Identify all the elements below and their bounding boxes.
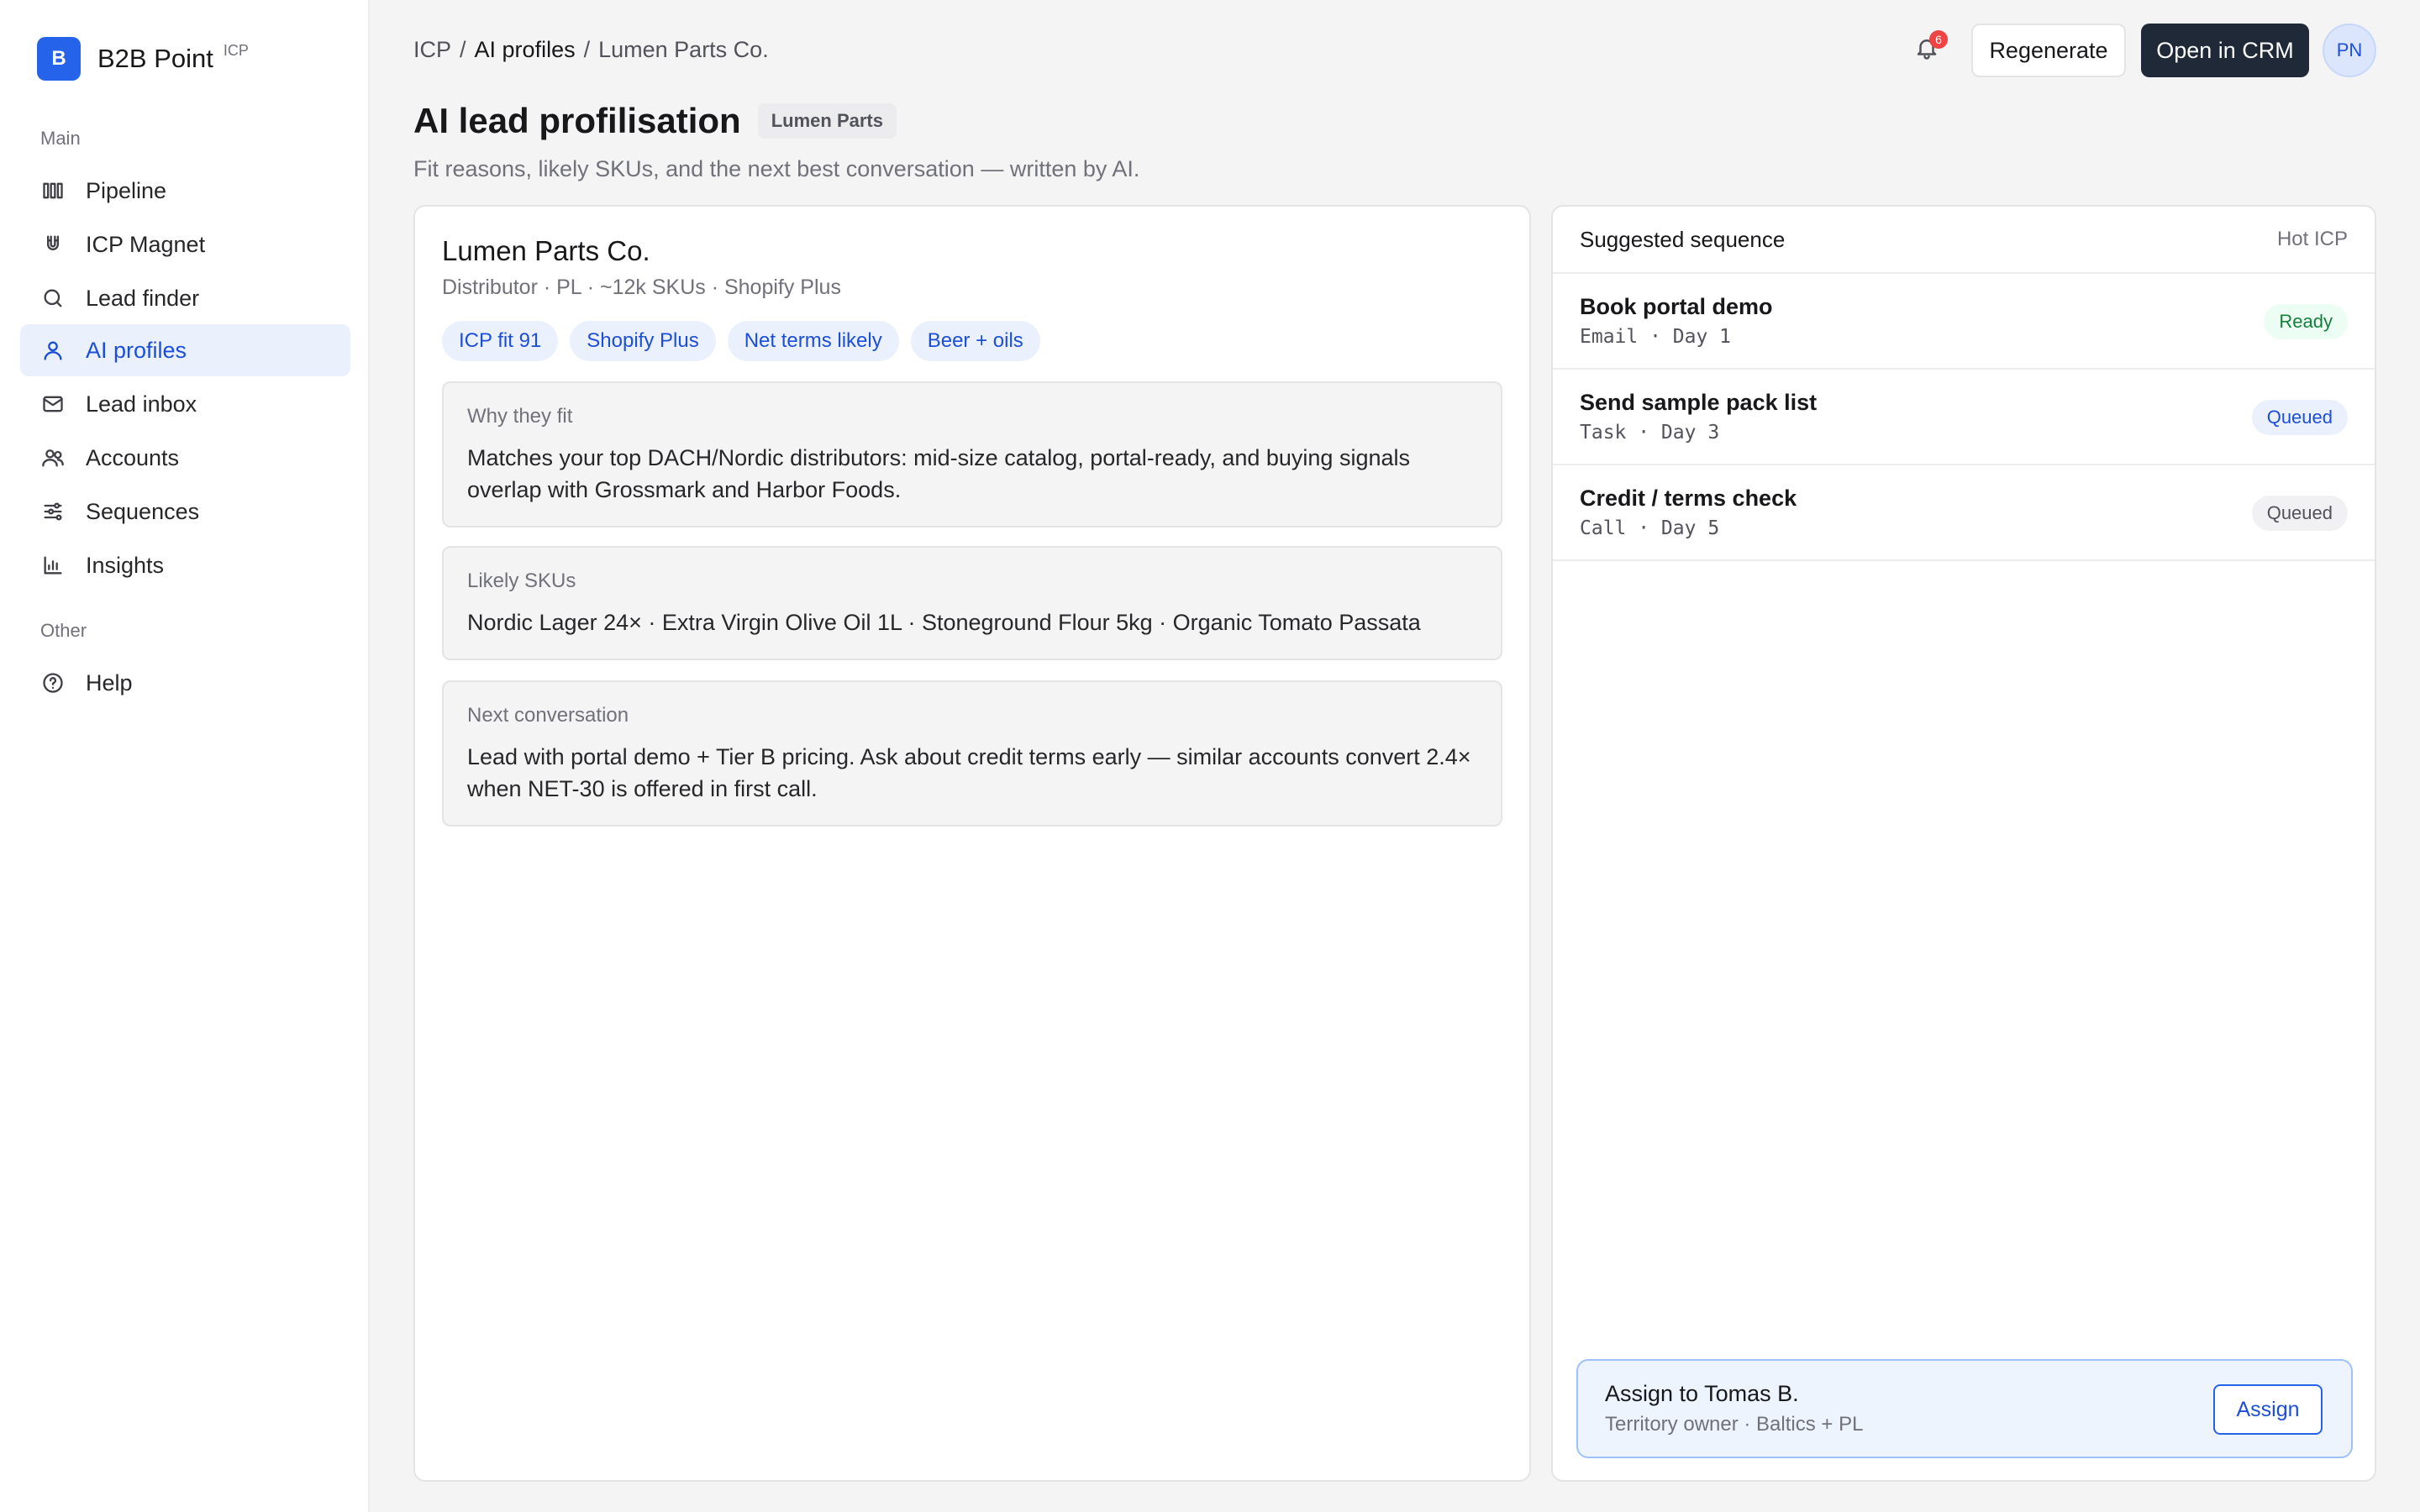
sequence-step[interactable]: Credit / terms check Call · Day 5 Queued <box>1553 465 2375 561</box>
sidebar-item-label: Sequences <box>86 498 200 524</box>
sidebar: B B2B Point ICP Main Pipeline ICP Magnet… <box>0 0 370 1512</box>
assign-button[interactable]: Assign <box>2213 1384 2323 1435</box>
sequence-title: Suggested sequence <box>1580 226 1786 252</box>
notification-count-badge: 6 <box>1929 30 1948 49</box>
why-fit-box: Why they fit Matches your top DACH/Nordi… <box>442 381 1502 528</box>
sliders-icon <box>40 499 66 524</box>
brand[interactable]: B B2B Point ICP <box>37 37 249 81</box>
sidebar-item-insights[interactable]: Insights <box>20 539 350 591</box>
sidebar-item-lead-inbox[interactable]: Lead inbox <box>20 378 350 430</box>
assign-subtitle: Territory owner · Baltics + PL <box>1605 1413 1864 1436</box>
step-name: Send sample pack list <box>1580 390 1818 415</box>
breadcrumb-separator: / <box>583 37 591 62</box>
page-subtitle: Fit reasons, likely SKUs, and the next b… <box>413 156 1140 181</box>
sidebar-item-label: Lead finder <box>86 285 200 311</box>
breadcrumb-current: Lumen Parts Co. <box>598 37 769 62</box>
sidebar-item-label: AI profiles <box>86 337 187 363</box>
avatar[interactable]: PN <box>2323 24 2376 77</box>
next-conversation-box: Next conversation Lead with portal demo … <box>442 680 1502 827</box>
sequence-step[interactable]: Book portal demo Email · Day 1 Ready <box>1553 274 2375 370</box>
page-title: AI lead profilisation <box>413 101 741 140</box>
section-label-other: Other <box>40 620 87 641</box>
sidebar-item-icp-magnet[interactable]: ICP Magnet <box>20 218 350 270</box>
bar-chart-icon <box>40 553 66 578</box>
status-badge: Ready <box>2264 304 2348 339</box>
status-badge: Queued <box>2251 496 2348 531</box>
likely-skus-label: Likely SKUs <box>467 570 576 592</box>
tag-beer-oils[interactable]: Beer + oils <box>910 321 1040 361</box>
breadcrumb-separator: / <box>460 37 466 62</box>
help-circle-icon <box>40 670 66 696</box>
step-detail: Email · Day 1 <box>1580 326 1732 348</box>
sidebar-item-label: Insights <box>86 552 165 578</box>
brand-tag: ICP <box>223 41 249 59</box>
open-in-crm-button[interactable]: Open in CRM <box>2141 24 2309 77</box>
tag-icp-fit[interactable]: ICP fit 91 <box>442 321 559 361</box>
breadcrumb-ai-profiles[interactable]: AI profiles <box>475 37 576 63</box>
sidebar-item-label: ICP Magnet <box>86 231 206 257</box>
sidebar-item-label: Pipeline <box>86 177 167 203</box>
magnet-icon <box>40 232 66 257</box>
sequence-header: Suggested sequence Hot ICP <box>1553 207 2375 274</box>
sidebar-item-accounts[interactable]: Accounts <box>20 432 350 484</box>
sidebar-item-label: Lead inbox <box>86 391 197 417</box>
sidebar-item-pipeline[interactable]: Pipeline <box>20 165 350 217</box>
step-detail: Task · Day 3 <box>1580 422 1720 444</box>
next-conversation-text: Lead with portal demo + Tier B pricing. … <box>467 744 1471 801</box>
next-conversation-label: Next conversation <box>467 704 629 727</box>
breadcrumb-icp[interactable]: ICP <box>413 37 451 63</box>
sequence-badge: Hot ICP <box>2276 228 2348 250</box>
why-fit-label: Why they fit <box>467 405 573 428</box>
tag-shopify-plus[interactable]: Shopify Plus <box>570 321 716 361</box>
regenerate-button[interactable]: Regenerate <box>1971 24 2126 77</box>
sequence-card: Suggested sequence Hot ICP Book portal d… <box>1551 205 2376 1482</box>
assign-panel: Assign to Tomas B. Territory owner · Bal… <box>1576 1359 2353 1458</box>
sidebar-item-label: Help <box>86 669 133 696</box>
assign-title: Assign to Tomas B. <box>1605 1381 1799 1406</box>
mail-icon <box>40 391 66 417</box>
pipeline-icon <box>40 178 66 203</box>
breadcrumb: ICP / AI profiles / Lumen Parts Co. <box>413 37 769 63</box>
likely-skus-box: Likely SKUs Nordic Lager 24× · Extra Vir… <box>442 546 1502 660</box>
search-icon <box>40 286 66 311</box>
bell-icon <box>1914 39 1939 64</box>
tag-list: ICP fit 91 Shopify Plus Net terms likely… <box>442 321 1040 361</box>
why-fit-text: Matches your top DACH/Nordic distributor… <box>467 445 1410 502</box>
step-detail: Call · Day 5 <box>1580 517 1720 539</box>
title-chip: Lumen Parts <box>757 103 897 139</box>
step-name: Credit / terms check <box>1580 486 1797 511</box>
notifications-button[interactable]: 6 <box>1914 30 1948 69</box>
page-title-row: AI lead profilisation Lumen Parts <box>413 101 897 141</box>
section-label-main: Main <box>40 128 81 149</box>
sequence-step[interactable]: Send sample pack list Task · Day 3 Queue… <box>1553 370 2375 465</box>
brand-name: B2B Point <box>97 44 213 73</box>
sidebar-item-label: Accounts <box>86 444 180 470</box>
user-icon <box>40 338 66 363</box>
sidebar-item-sequences[interactable]: Sequences <box>20 486 350 538</box>
sidebar-item-lead-finder[interactable]: Lead finder <box>20 272 350 324</box>
brand-logo: B <box>37 37 81 81</box>
step-name: Book portal demo <box>1580 294 1773 319</box>
company-meta: Distributor · PL · ~12k SKUs · Shopify P… <box>442 276 841 299</box>
sidebar-item-help[interactable]: Help <box>20 657 350 709</box>
profile-card: Lumen Parts Co. Distributor · PL · ~12k … <box>413 205 1531 1482</box>
company-name: Lumen Parts Co. <box>442 235 650 266</box>
status-badge: Queued <box>2251 400 2348 435</box>
users-icon <box>40 445 66 470</box>
sidebar-item-ai-profiles[interactable]: AI profiles <box>20 324 350 376</box>
tag-net-terms[interactable]: Net terms likely <box>727 321 899 361</box>
likely-skus-text: Nordic Lager 24× · Extra Virgin Olive Oi… <box>467 610 1421 635</box>
